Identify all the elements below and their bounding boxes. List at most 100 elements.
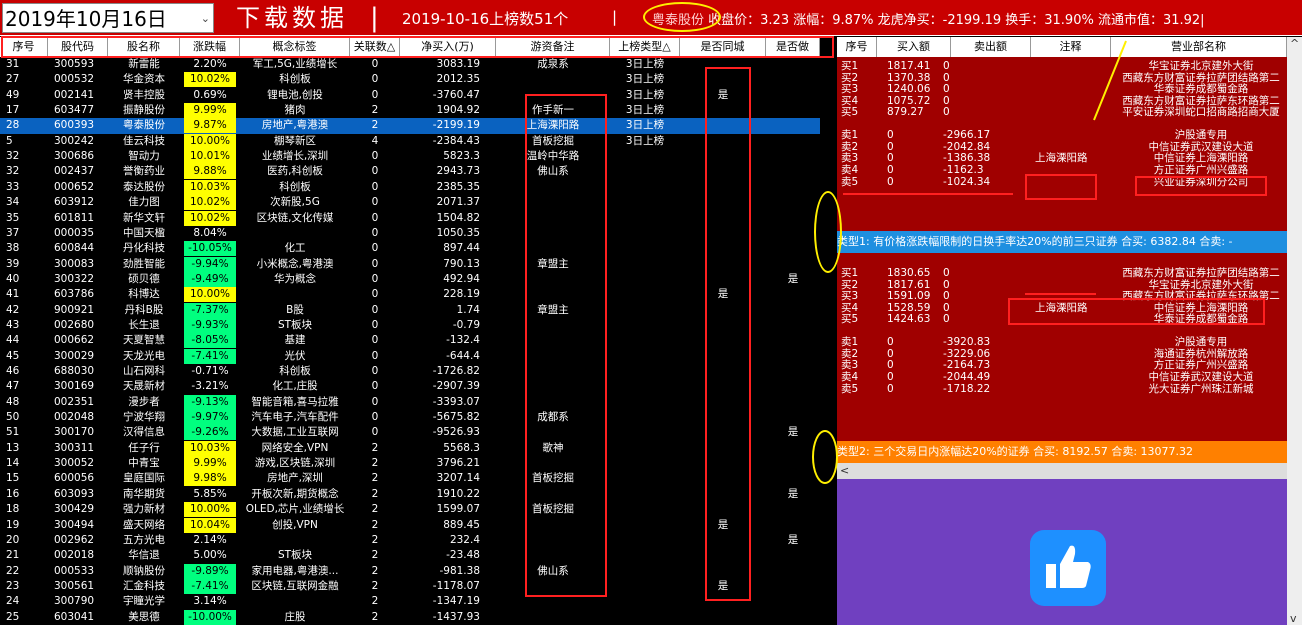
table-cell [610, 610, 680, 625]
broker-row[interactable]: 买1 1817.41 0 华宝证券北京建外大街 [837, 60, 1287, 72]
broker-cell: 卖3 [841, 152, 859, 165]
vertical-scrollbar[interactable]: ^ v [1287, 37, 1302, 625]
table-row[interactable]: 44 000662 天夏智慧 -8.05% 基建 0 -132.4 [0, 333, 820, 349]
table-row[interactable]: 22 000533 顺钠股份 -9.89% 家用电器,粤港澳... 2 -981.38 佛山系 [0, 563, 820, 579]
table-cell: 棚琴新区 [274, 134, 316, 147]
horizontal-scrollbar[interactable]: < [837, 463, 1287, 479]
table-row[interactable]: 24 300790 宇瞳光学 3.14% 2 -1347.19 [0, 594, 820, 609]
broker-row[interactable]: 买2 1370.38 0 西藏东方财富证券拉萨团结路第二 [837, 72, 1287, 84]
broker-cell: 买4 [841, 301, 859, 314]
table-cell: 20 [6, 533, 20, 546]
broker-row[interactable]: 卖2 0 -3229.06 海通证券杭州解放路 [837, 348, 1287, 360]
table-row[interactable]: 38 600844 丹化科技 -10.05% 化工 0 897.44 [0, 241, 820, 257]
broker-row[interactable]: 卖3 0 -1386.38 上海溧阳路 中信证券上海溧阳路 [837, 152, 1287, 164]
broker-row[interactable]: 卖1 0 -2966.17 沪股通专用 [837, 129, 1287, 141]
table-row[interactable]: 21 002018 华信退 5.00% ST板块 2 -23.48 [0, 548, 820, 563]
table-row[interactable]: 42 900921 丹科B股 -7.37% B股 0 1.74 章盟主 [0, 302, 820, 318]
table-cell: 科创板 [279, 180, 311, 193]
table-row[interactable]: 27 000532 华金资本 10.02% 科创板 0 2012.35 3日上榜 [0, 72, 820, 88]
broker-row[interactable]: 买3 1240.06 0 华泰证券成都蜀金路 [837, 83, 1287, 95]
broker-cell: 买5 [841, 106, 859, 119]
broker-row[interactable]: 买5 879.27 0 平安证券深圳蛇口招商路招商大厦 [837, 106, 1287, 118]
table-cell: 华信退 [128, 549, 160, 562]
date-dropdown[interactable]: 2019年10月16日 ⌄ [2, 3, 214, 33]
table-row[interactable]: 51 300170 汉得信息 -9.26% 大数据,工业互联网 0 -9526.93 是 [0, 425, 820, 441]
table-row[interactable]: 28 600393 粤泰股份 9.87% 房地产,粤港澳 2 -2199.19 上海溧阳路 3日… [0, 118, 820, 134]
broker-cell: 0 [943, 71, 950, 84]
table-row[interactable]: 32 300686 智动力 10.01% 业绩增长,深圳 0 5823.3 温岭中华路 [0, 149, 820, 165]
table-cell: 小米概念,粤港澳 [256, 257, 334, 270]
table-row[interactable]: 31 300593 新雷能 2.20% 军工,5G,业绩增长 0 3083.19 成泉系 3日上… [0, 57, 820, 72]
table-row[interactable]: 33 000652 泰达股份 10.03% 科创板 0 2385.35 [0, 179, 820, 195]
table-row[interactable]: 23 300561 汇金科技 -7.41% 区块链,互联网金融 2 -1178.07 是 [0, 578, 820, 594]
table-cell: 化工,庄股 [272, 380, 318, 393]
table-row[interactable]: 17 603477 振静股份 9.99% 猪肉 2 1904.92 作手新一 3日上榜 [0, 103, 820, 119]
download-button[interactable]: 下载数据 [236, 2, 348, 34]
table-row[interactable]: 32 002437 誉衡药业 9.88% 医药,科创板 0 2943.73 佛山系 [0, 164, 820, 180]
chevron-down-icon[interactable]: ⌄ [201, 4, 210, 34]
table-row[interactable]: 13 300311 任子行 10.03% 网络安全,VPN 2 5568.3 歌神 [0, 440, 820, 456]
table-row[interactable]: 19 300494 盛天网络 10.04% 创投,VPN 2 889.45 是 [0, 517, 820, 533]
column-header[interactable]: 序号 [837, 37, 877, 57]
broker-cell [1035, 371, 1111, 383]
table-cell [610, 164, 680, 179]
table-cell: 庄股 [284, 610, 306, 623]
column-header[interactable]: 卖出额 [951, 37, 1031, 57]
broker-row[interactable] [837, 325, 1287, 337]
broker-cell: 上海溧阳路 [1035, 152, 1088, 165]
thumbs-up-icon[interactable] [1030, 530, 1106, 606]
table-cell: 房地产,深圳 [267, 472, 323, 485]
broker-row[interactable]: 买1 1830.65 0 西藏东方财富证券拉萨团结路第二 [837, 267, 1287, 279]
table-row[interactable]: 20 002962 五方光电 2.14% 2 232.4 是 [0, 533, 820, 548]
table-row[interactable]: 40 300322 硕贝德 -9.49% 华为概念 0 492.94 是 [0, 271, 820, 287]
table-row[interactable]: 45 300029 天龙光电 -7.41% 光伏 0 -644.4 [0, 348, 820, 364]
table-cell: 0 [371, 58, 379, 70]
table-row[interactable]: 50 002048 宁波华翔 -9.97% 汽车电子,汽车配件 0 -5675.82 成都系 [0, 410, 820, 426]
table-row[interactable]: 49 002141 贤丰控股 0.69% 锂电池,创投 0 -3760.47 3日上榜是 [0, 88, 820, 103]
table-cell: 3日上榜 [625, 58, 665, 70]
table-cell: -3.21% [191, 380, 229, 393]
table-cell [766, 211, 820, 226]
table-cell: 五方光电 [123, 533, 165, 546]
table-cell: 44 [6, 334, 20, 347]
table-cell: 13 [6, 441, 20, 454]
annotation-box [525, 94, 607, 597]
table-row[interactable]: 18 300429 强力新材 10.00% OLED,芯片,业绩增长 2 1599.07 首板… [0, 502, 820, 518]
table-cell: 603912 [54, 196, 95, 209]
broker-row[interactable]: 买4 1075.72 0 西藏东方财富证券拉萨东环路第二 [837, 95, 1287, 107]
broker-row[interactable]: 卖2 0 -2042.84 中信证券武汉建设大道 [837, 141, 1287, 153]
table-row[interactable]: 39 300083 劲胜智能 -9.94% 小米概念,粤港澳 0 790.13 章盟主 [0, 256, 820, 272]
broker-row[interactable]: 买2 1817.61 0 华宝证券北京建外大街 [837, 279, 1287, 291]
table-cell [766, 564, 820, 579]
table-row[interactable]: 16 603093 南华期货 5.85% 开板次新,期货概念 2 1910.22 是 [0, 487, 820, 502]
table-cell: -1437.93 [432, 610, 480, 623]
table-cell: 是 [787, 272, 799, 285]
broker-row[interactable] [837, 118, 1287, 130]
table-row[interactable]: 35 601811 新华文轩 10.02% 区块链,文化传媒 0 1504.82 [0, 210, 820, 226]
table-row[interactable]: 46 688030 山石网科 -0.71% 科创板 0 -1726.82 [0, 364, 820, 379]
column-header[interactable]: 买入额 [877, 37, 951, 57]
broker-row[interactable] [837, 199, 1287, 211]
broker-cell: 卖1 [841, 336, 859, 349]
table-row[interactable]: 37 000035 中国天楹 8.04% 0 1050.35 [0, 226, 820, 241]
table-cell [610, 456, 680, 471]
table-cell: -10.05% [184, 241, 236, 257]
table-row[interactable]: 25 603041 美思德 -10.00% 庄股 2 -1437.93 [0, 609, 820, 625]
broker-row[interactable]: 卖4 0 -2044.49 中信证券武汉建设大道 [837, 371, 1287, 383]
table-row[interactable]: 41 603786 科博达 10.00% 0 228.19 是 [0, 287, 820, 303]
table-row[interactable]: 48 002351 漫步者 -9.13% 智能音箱,喜马拉雅 0 -3393.07 [0, 394, 820, 410]
table-row[interactable]: 43 002680 长生退 -9.93% ST板块 0 -0.79 [0, 317, 820, 333]
table-cell: 31 [6, 58, 20, 70]
table-row[interactable]: 5 300242 佳云科技 10.00% 棚琴新区 4 -2384.43 首板挖掘 3日上榜 [0, 133, 820, 149]
table-cell: 41 [6, 288, 20, 301]
table-row[interactable]: 15 600056 皇庭国际 9.98% 房地产,深圳 2 3207.14 首板挖掘 [0, 471, 820, 487]
table-row[interactable]: 34 603912 佳力图 10.02% 次新股,5G 0 2071.37 [0, 195, 820, 211]
broker-row[interactable]: 卖1 0 -3920.83 沪股通专用 [837, 336, 1287, 348]
broker-row[interactable]: 卖3 0 -2164.73 方正证券广州兴盛路 [837, 359, 1287, 371]
broker-cell [1035, 336, 1111, 348]
column-header[interactable]: 营业部名称 [1111, 37, 1287, 57]
table-cell: 皇庭国际 [123, 472, 165, 485]
table-row[interactable]: 14 300052 中青宝 9.99% 游戏,区块链,深圳 2 3796.21 [0, 456, 820, 472]
broker-row[interactable]: 卖5 0 -1718.22 光大证券广州珠江新城 [837, 383, 1287, 395]
table-row[interactable]: 47 300169 天晟新材 -3.21% 化工,庄股 0 -2907.39 [0, 379, 820, 394]
